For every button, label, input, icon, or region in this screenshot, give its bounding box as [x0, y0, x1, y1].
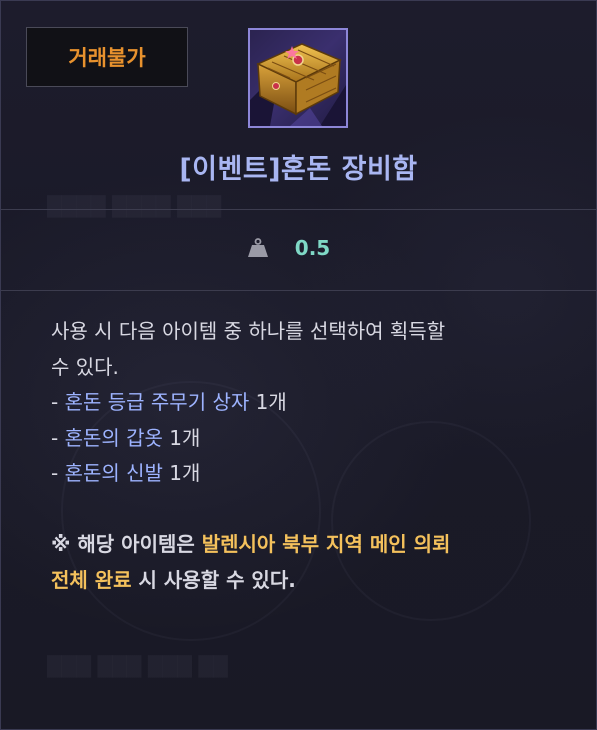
notice-quest-name: 발렌시아 북부 지역 메인 의뢰	[201, 532, 451, 556]
list-bullet: -	[51, 461, 65, 485]
description-intro-line1: 사용 시 다음 아이템 중 하나를 선택하여 획득할	[51, 319, 446, 343]
list-bullet: -	[51, 425, 65, 450]
item-weight: 0.5	[1, 230, 596, 266]
list-item: - 혼돈의 신발 1개	[51, 456, 561, 492]
weight-icon	[247, 238, 268, 257]
weight-value: 0.5	[294, 236, 331, 260]
reward-item-count: 1개	[162, 425, 201, 450]
item-name: [이벤트]혼돈 장비함	[179, 154, 418, 185]
list-bullet: -	[51, 390, 65, 414]
reward-item-count: 1개	[162, 461, 201, 485]
description-intro-line2: 수 있다.	[51, 354, 119, 379]
reward-item-name: 혼돈의 갑옷	[64, 425, 163, 450]
divider-bottom	[1, 290, 596, 291]
untradeable-badge: 거래불가	[26, 27, 188, 87]
usage-notice-line1: ※ 해당 아이템은 발렌시아 북부 지역 메인 의뢰	[51, 527, 561, 563]
background-ghost-text: ████ ████ ███	[47, 196, 221, 218]
item-description: 사용 시 다음 아이템 중 하나를 선택하여 획득할 수 있다. - 혼돈 등급…	[51, 314, 561, 598]
reward-item-name: 혼돈 등급 주무기 상자	[64, 390, 250, 414]
golden-treasure-chest-icon	[250, 43, 346, 126]
usage-notice-line2: 전체 완료 시 사용할 수 있다.	[51, 563, 561, 599]
notice-suffix: 시 사용할 수 있다.	[131, 567, 296, 592]
divider-top	[1, 209, 596, 210]
list-item: - 혼돈의 갑옷 1개	[51, 421, 561, 457]
item-icon-frame	[248, 28, 348, 128]
list-item: - 혼돈 등급 주무기 상자 1개	[51, 385, 561, 421]
item-tooltip: ████ ████ ███ ███ ███ ███ ██ 거래불가 [이벤트]혼…	[0, 0, 597, 730]
reward-item-name: 혼돈의 신발	[64, 461, 163, 485]
reward-item-count: 1개	[249, 390, 287, 414]
background-ghost-text-2: ███ ███ ███ ██	[47, 656, 228, 678]
notice-prefix: ※ 해당 아이템은	[51, 532, 202, 556]
notice-completion: 전체 완료	[51, 567, 132, 592]
